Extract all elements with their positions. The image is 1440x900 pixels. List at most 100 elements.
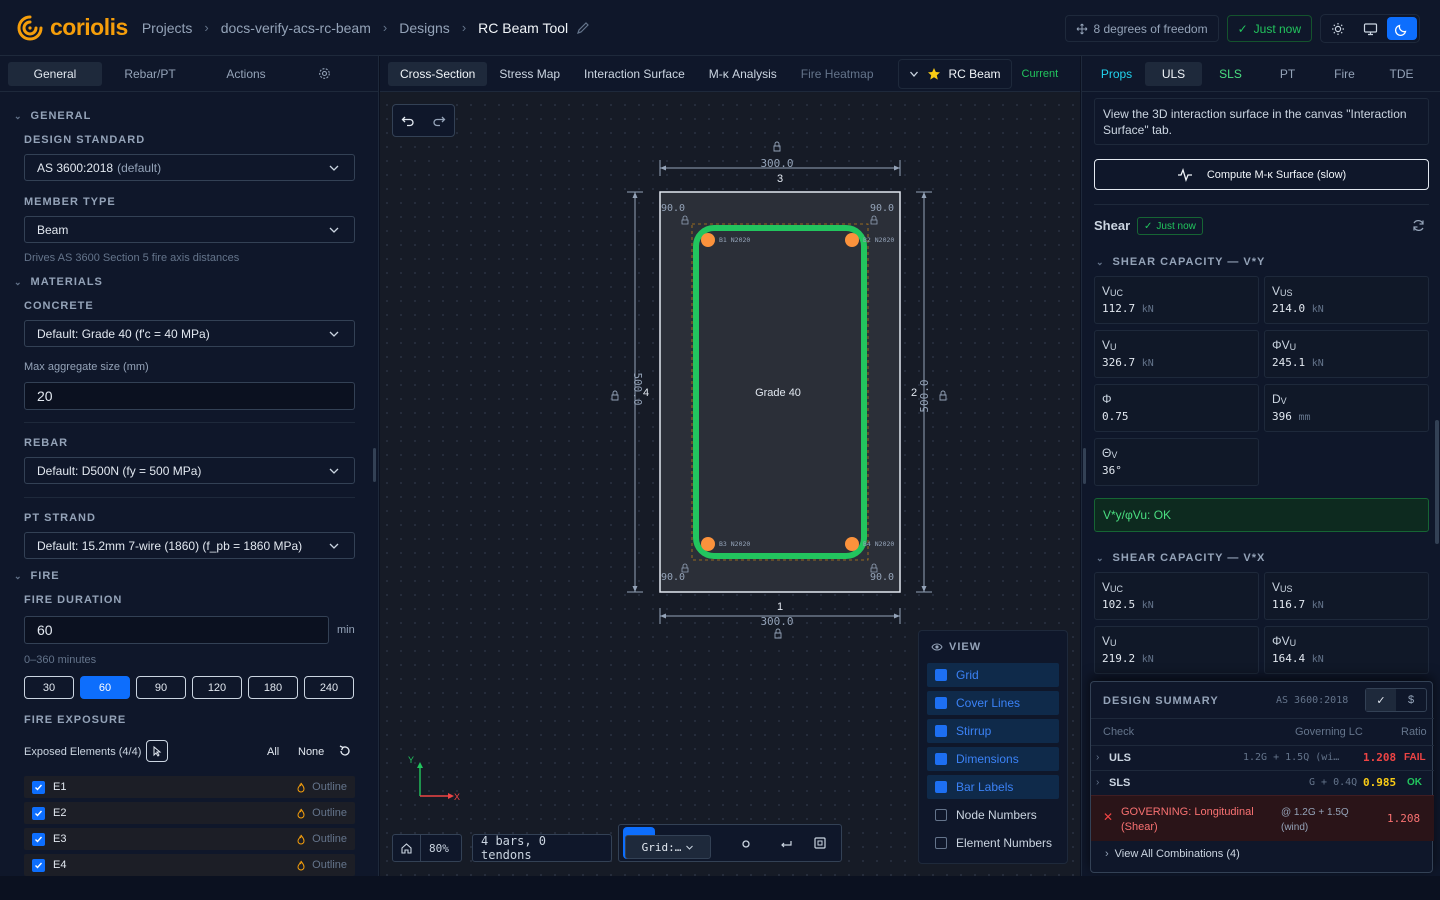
bar-label-b3: B3 N2020	[719, 540, 750, 548]
shear-x-title: SHEAR CAPACITY — V*X	[1112, 552, 1266, 564]
reset-icon[interactable]	[338, 744, 352, 758]
select-none-button[interactable]: None	[298, 746, 324, 758]
tab-fire[interactable]: Fire	[1316, 62, 1373, 86]
summary-row-uls[interactable]: › ULS 1.2G + 1.5Q (wi… 1.208 FAIL	[1091, 745, 1434, 769]
result-key: VU	[1102, 338, 1117, 352]
fire-duration-input[interactable]: 60	[24, 616, 329, 644]
exposed-element-row[interactable]: E2 Outline	[24, 802, 355, 824]
concrete-select[interactable]: Default: Grade 40 (f'c = 40 MPa)	[24, 320, 355, 347]
rebar-b4[interactable]	[845, 537, 859, 551]
view-toggle-node-numbers[interactable]: Node Numbers	[927, 803, 1059, 827]
result-card: VUC 112.7 kN	[1094, 276, 1259, 324]
section-materials-title: MATERIALS	[30, 276, 103, 288]
tab-pt[interactable]: PT	[1259, 62, 1316, 86]
view-toggle-element-numbers[interactable]: Element Numbers	[927, 831, 1059, 855]
compute-mk-button[interactable]: Compute M-κ Surface (slow)	[1094, 159, 1429, 190]
view-toggle-cover-lines[interactable]: Cover Lines	[927, 691, 1059, 715]
view-toggle-bar-labels[interactable]: Bar Labels	[927, 775, 1059, 799]
dof-badge[interactable]: 8 degrees of freedom	[1064, 15, 1219, 42]
checkbox[interactable]	[935, 809, 947, 821]
enter-icon[interactable]	[779, 837, 793, 851]
results-scrollbar[interactable]	[1435, 420, 1439, 544]
fit-view-icon[interactable]	[813, 836, 827, 850]
settings-gear-icon[interactable]	[294, 62, 354, 86]
chevron-right-icon: ›	[461, 20, 467, 35]
rebar-b1[interactable]	[701, 233, 715, 247]
exposed-element-row[interactable]: E1 Outline	[24, 776, 355, 798]
tab-actions[interactable]: Actions	[198, 62, 294, 86]
checkbox[interactable]	[32, 832, 45, 846]
tab-uls[interactable]: ULS	[1145, 61, 1202, 86]
tab-sls[interactable]: SLS	[1202, 62, 1259, 86]
breadcrumb-designs[interactable]: Designs	[399, 20, 450, 36]
panel-resize-handle[interactable]	[373, 448, 376, 482]
rebar-select[interactable]: Default: D500N (fy = 500 MPa)	[24, 457, 355, 484]
result-key: ΦVU	[1272, 338, 1297, 352]
checkbox[interactable]	[935, 837, 947, 849]
duration-60-button[interactable]: 60	[80, 676, 130, 699]
aggregate-input[interactable]: 20	[24, 382, 355, 410]
aggregate-label: Max aggregate size (mm)	[24, 361, 149, 373]
design-standard-select[interactable]: AS 3600:2018 (default)	[24, 154, 355, 181]
exposed-element-row[interactable]: E4 Outline	[24, 854, 355, 876]
circle-tool-icon[interactable]	[739, 837, 753, 851]
home-icon[interactable]	[393, 835, 421, 861]
breadcrumb-projects[interactable]: Projects	[142, 20, 193, 36]
summary-row-sls[interactable]: › SLS G + 0.4Q 0.985 OK	[1091, 770, 1434, 794]
pencil-icon[interactable]	[576, 21, 590, 35]
monitor-icon[interactable]	[1355, 17, 1385, 40]
check-icon[interactable]: ✓	[1366, 689, 1396, 711]
checkbox[interactable]	[935, 753, 947, 765]
select-pointer-icon[interactable]	[146, 740, 168, 762]
rebar-b2[interactable]	[845, 233, 859, 247]
concrete-value: Default: Grade 40 (f'c = 40 MPa)	[37, 326, 210, 341]
shear-y-section[interactable]: ⌄ SHEAR CAPACITY — V*Y	[1096, 256, 1265, 268]
view-toggle-dimensions[interactable]: Dimensions	[927, 747, 1059, 771]
save-status[interactable]: ✓ Just now	[1226, 15, 1312, 42]
tab-rebar-pt[interactable]: Rebar/PT	[102, 62, 198, 86]
tab-general[interactable]: General	[8, 61, 102, 86]
member-type-select[interactable]: Beam	[24, 216, 355, 243]
exposed-element-row[interactable]: E3 Outline	[24, 828, 355, 850]
checkbox[interactable]	[935, 725, 947, 737]
checkbox[interactable]	[935, 697, 947, 709]
panel-resize-handle[interactable]	[1083, 448, 1086, 484]
duration-120-button[interactable]: 120	[192, 676, 242, 699]
section-fire[interactable]: ⌄ FIRE	[14, 570, 60, 582]
result-value: 219.2 kN	[1102, 652, 1154, 665]
sun-icon[interactable]	[1323, 17, 1353, 40]
section-general[interactable]: ⌄ GENERAL	[14, 110, 378, 122]
rebar-b3[interactable]	[701, 537, 715, 551]
select-all-button[interactable]: All	[267, 746, 279, 758]
bottom-dimension: 1 300.0	[659, 601, 901, 639]
moon-icon[interactable]	[1387, 17, 1417, 40]
duration-30-button[interactable]: 30	[24, 676, 74, 699]
checkbox[interactable]	[32, 806, 45, 820]
result-key: VUS	[1272, 284, 1293, 298]
checkbox[interactable]	[32, 780, 45, 794]
pt-strand-select[interactable]: Default: 15.2mm 7-wire (1860) (f_pb = 18…	[24, 532, 355, 559]
checkbox[interactable]	[935, 781, 947, 793]
row-check: SLS	[1109, 776, 1131, 789]
duration-180-button[interactable]: 180	[248, 676, 298, 699]
view-all-combinations[interactable]: › View All Combinations (4)	[1105, 848, 1240, 860]
duration-90-button[interactable]: 90	[136, 676, 186, 699]
checkbox[interactable]	[32, 858, 45, 872]
checkbox[interactable]	[935, 669, 947, 681]
duration-240-button[interactable]: 240	[304, 676, 354, 699]
grid-select[interactable]: Grid:…	[625, 835, 711, 859]
refresh-icon[interactable]	[1411, 218, 1426, 233]
section-materials[interactable]: ⌄ MATERIALS	[14, 276, 103, 288]
tab-props[interactable]: Props	[1088, 62, 1145, 86]
result-key: ΦVU	[1272, 634, 1297, 648]
bar-label-b1: B1 N2020	[719, 236, 750, 244]
app-logo[interactable]: coriolis	[16, 14, 128, 42]
view-toggle-grid[interactable]: Grid	[927, 663, 1059, 687]
breadcrumb-project[interactable]: docs-verify-acs-rc-beam	[221, 20, 371, 36]
result-value: 36°	[1102, 464, 1122, 477]
dollar-icon[interactable]: $	[1396, 689, 1426, 711]
shear-x-section[interactable]: ⌄ SHEAR CAPACITY — V*X	[1096, 552, 1265, 564]
tab-tde[interactable]: TDE	[1373, 62, 1430, 86]
exposed-elements-label: Exposed Elements (4/4)	[24, 746, 142, 758]
view-toggle-stirrup[interactable]: Stirrup	[927, 719, 1059, 743]
